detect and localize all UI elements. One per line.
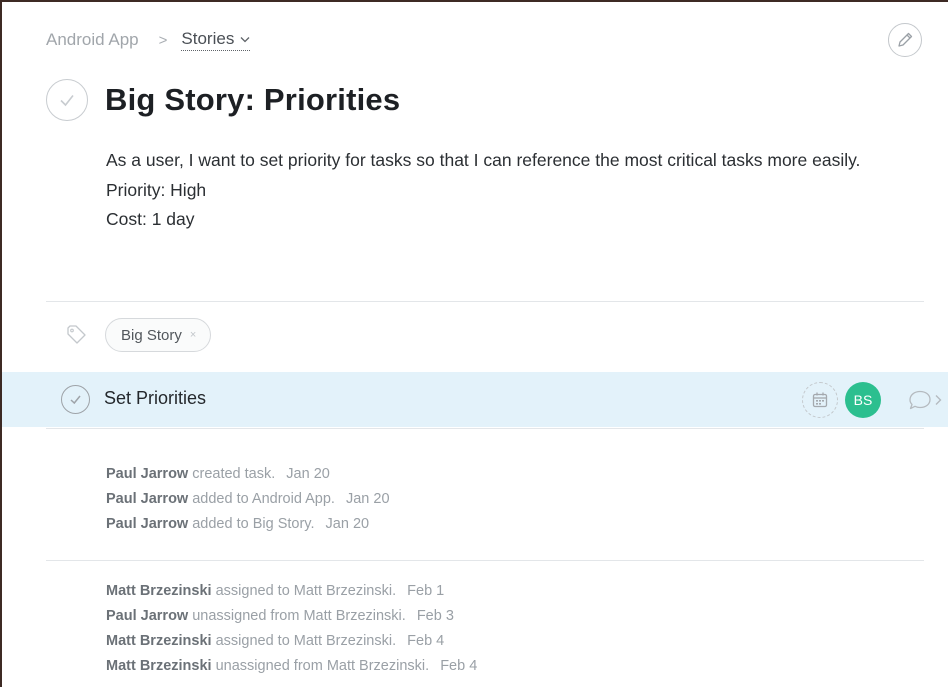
calendar-icon [812,392,828,408]
activity-actor[interactable]: Paul Jarrow [106,516,188,532]
activity-group: Matt Brzezinski assigned to Matt Brzezin… [106,579,477,679]
chevron-right-icon [935,395,942,405]
activity-entry: Paul Jarrow added to Android App. Jan 20 [106,487,390,512]
activity-actor[interactable]: Matt Brzezinski [106,633,212,649]
activity-actor[interactable]: Paul Jarrow [106,491,188,507]
chevron-down-icon [240,36,250,42]
activity-action: added to Android App. [192,491,335,507]
task-title-row: Big Story: Priorities [46,79,400,121]
assignee-avatar[interactable]: BS [845,382,881,418]
activity-date: Jan 20 [345,491,390,507]
activity-actor[interactable]: Matt Brzezinski [106,658,212,674]
description-line: Priority: High [106,179,207,200]
activity-entry: Matt Brzezinski unassigned from Matt Brz… [106,654,477,679]
activity-action: created task. [192,466,276,482]
description-line: Cost: 1 day [106,209,195,229]
task-detail-pane: Android App > Stories Big Story: Priorit… [0,0,948,687]
activity-date: Jan 20 [286,466,330,482]
tag-remove-button[interactable]: × [190,329,196,341]
mark-complete-button[interactable] [46,79,88,121]
activity-date: Jan 20 [325,516,370,532]
activity-action: assigned to Matt Brzezinski. [215,633,397,649]
tag-pill[interactable]: Big Story × [105,318,212,352]
activity-entry: Paul Jarrow unassigned from Matt Brzezin… [106,604,477,629]
activity-entry: Matt Brzezinski assigned to Matt Brzezin… [106,629,477,654]
description-line: As a user, I want to set priority for ta… [106,150,861,170]
activity-date: Feb 4 [440,658,478,674]
task-title[interactable]: Big Story: Priorities [105,82,400,118]
activity-entry: Matt Brzezinski assigned to Matt Brzezin… [106,579,477,604]
divider [46,428,924,429]
breadcrumb-separator: > [158,31,168,49]
subtask-row[interactable]: Set Priorities BS [2,372,948,427]
subtask-complete-button[interactable] [61,385,90,414]
task-description[interactable]: As a user, I want to set priority for ta… [106,146,896,235]
tag-icon [67,325,86,344]
checkmark-icon [60,95,74,107]
activity-date: Feb 4 [407,633,445,649]
activity-action: unassigned from Matt Brzezinski. [192,608,406,624]
activity-actor[interactable]: Matt Brzezinski [106,583,212,599]
subtask-name[interactable]: Set Priorities [104,388,206,409]
activity-date: Feb 1 [407,583,445,599]
breadcrumb: Android App > Stories [46,29,251,51]
edit-button[interactable] [888,23,922,57]
comment-icon[interactable] [906,389,948,411]
activity-action: unassigned from Matt Brzezinski. [215,658,430,674]
pencil-icon [898,32,913,47]
checkmark-icon [70,395,81,405]
due-date-button[interactable] [802,382,838,418]
activity-action: assigned to Matt Brzezinski. [215,583,397,599]
breadcrumb-project-link[interactable]: Android App [46,30,139,50]
activity-action: added to Big Story. [192,516,315,532]
activity-group: Paul Jarrow created task. Jan 20 Paul Ja… [106,462,390,537]
divider [46,560,924,561]
activity-date: Feb 3 [416,608,454,624]
activity-actor[interactable]: Paul Jarrow [106,608,188,624]
tags-row: Big Story × [66,318,212,352]
activity-entry: Paul Jarrow added to Big Story. Jan 20 [106,512,390,537]
breadcrumb-section-label: Stories [181,29,235,48]
activity-actor[interactable]: Paul Jarrow [106,466,188,482]
tag-label: Big Story [121,326,182,344]
activity-entry: Paul Jarrow created task. Jan 20 [106,462,390,487]
breadcrumb-section-dropdown[interactable]: Stories [181,29,251,51]
divider [46,301,924,302]
